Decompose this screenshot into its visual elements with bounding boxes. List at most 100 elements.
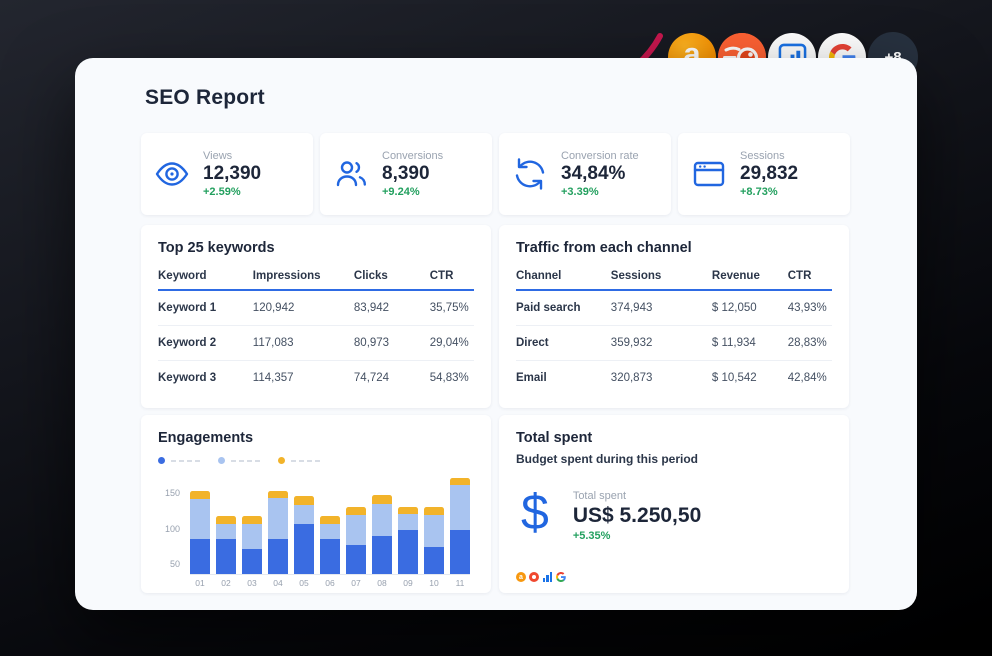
channels-panel: Traffic from each channel ChannelSession… — [499, 225, 849, 408]
keywords-panel-title: Top 25 keywords — [158, 240, 474, 256]
total-spent-value: US$ 5.250,50 — [573, 504, 701, 528]
desktop-background: a — [0, 0, 992, 656]
bar-segment-series-2 — [424, 515, 444, 547]
total-spent-label: Total spent — [573, 490, 701, 502]
legend-item-series-3 — [278, 457, 323, 464]
source-icons-row: a — [516, 572, 566, 582]
refresh-icon — [512, 156, 548, 192]
column-header-keyword: Keyword — [158, 266, 253, 290]
y-axis-tick: 50 — [158, 559, 180, 569]
bar-segment-series-2 — [320, 524, 340, 538]
cell-value: $ 10,542 — [712, 360, 788, 395]
cell-value: 74,724 — [354, 360, 430, 395]
cell-value: 43,93% — [788, 290, 832, 325]
bar-segment-series-1 — [450, 530, 470, 574]
column-header-revenue: Revenue — [712, 266, 788, 290]
bar-segment-series-1 — [216, 539, 236, 575]
x-axis-label: 04 — [268, 578, 288, 588]
bar-segment-series-2 — [398, 514, 418, 530]
bar-segment-series-3 — [372, 495, 392, 504]
bar-11: 11 — [450, 472, 470, 574]
cell-value: 374,943 — [611, 290, 712, 325]
analytics-mini-icon — [542, 572, 553, 582]
bar-05: 05 — [294, 472, 314, 574]
legend-dot — [218, 457, 225, 464]
stat-change: +3.39% — [561, 186, 639, 198]
x-axis-label: 05 — [294, 578, 314, 588]
semrush-mini-icon — [529, 572, 539, 582]
total-spent-title: Total spent — [516, 430, 832, 446]
bar-segment-series-1 — [372, 536, 392, 574]
bar-segment-series-1 — [398, 530, 418, 574]
row-label: Direct — [516, 325, 611, 360]
bar-segment-series-1 — [242, 549, 262, 574]
bar-08: 08 — [372, 472, 392, 574]
bar-segment-series-1 — [190, 539, 210, 575]
bar-segment-series-2 — [268, 498, 288, 539]
row-label: Paid search — [516, 290, 611, 325]
bar-04: 04 — [268, 472, 288, 574]
column-header-ctr: CTR — [788, 266, 832, 290]
keyword-row: Keyword 2117,08380,97329,04% — [158, 325, 474, 360]
cell-value: 80,973 — [354, 325, 430, 360]
bar-10: 10 — [424, 472, 444, 574]
channels-table: ChannelSessionsRevenueCTRPaid search374,… — [516, 266, 832, 395]
x-axis-label: 03 — [242, 578, 262, 588]
engagements-panel-title: Engagements — [158, 430, 474, 446]
row-label: Keyword 3 — [158, 360, 253, 395]
x-axis-label: 02 — [216, 578, 236, 588]
keyword-row: Keyword 1120,94283,94235,75% — [158, 290, 474, 325]
legend-item-series-1 — [158, 457, 203, 464]
y-axis-tick: 100 — [158, 524, 180, 534]
channel-row: Paid search374,943$ 12,05043,93% — [516, 290, 832, 325]
stat-value: 29,832 — [740, 164, 798, 185]
legend-item-series-2 — [218, 457, 263, 464]
row-label: Keyword 1 — [158, 290, 253, 325]
stat-label: Conversion rate — [561, 150, 639, 162]
x-axis-label: 11 — [450, 578, 470, 588]
bar-segment-series-3 — [190, 491, 210, 500]
keyword-table: KeywordImpressionsClicksCTRKeyword 1120,… — [158, 266, 474, 395]
people-icon — [333, 156, 369, 192]
bar-segment-series-3 — [242, 516, 262, 525]
channel-table: ChannelSessionsRevenueCTRPaid search374,… — [516, 266, 832, 395]
google-mini-icon — [556, 572, 566, 582]
bar-segment-series-3 — [346, 507, 366, 516]
row-label: Email — [516, 360, 611, 395]
cell-value: 120,942 — [253, 290, 354, 325]
legend-placeholder-line — [171, 460, 203, 462]
cell-value: $ 12,050 — [712, 290, 788, 325]
x-axis-label: 01 — [190, 578, 210, 588]
engagements-panel: Engagements 5010015001020304050607080910… — [141, 415, 491, 593]
bar-segment-series-2 — [372, 504, 392, 537]
bar-segment-series-2 — [190, 499, 210, 538]
stat-card-views: Views12,390+2.59% — [141, 133, 313, 215]
stat-label: Conversions — [382, 150, 443, 162]
total-spent-widget: $ Total spent US$ 5.250,50 +5.35% — [516, 490, 832, 542]
bar-segment-series-3 — [216, 516, 236, 525]
bar-01: 01 — [190, 472, 210, 574]
column-header-impressions: Impressions — [253, 266, 354, 290]
stat-card-sessions: Sessions 29,832+8.73% — [678, 133, 850, 215]
page-title: SEO Report — [145, 86, 265, 110]
dollar-icon: $ — [521, 490, 549, 535]
cell-value: 83,942 — [354, 290, 430, 325]
legend-placeholder-line — [231, 460, 263, 462]
bar-segment-series-1 — [424, 547, 444, 574]
bar-09: 09 — [398, 472, 418, 574]
bar-06: 06 — [320, 472, 340, 574]
stat-label: Sessions — [740, 150, 798, 162]
chart-plot-area: 0102030405060708091011 — [190, 472, 470, 575]
engagements-bar-chart: 501001500102030405060708091011 — [158, 472, 474, 590]
bar-segment-series-3 — [294, 496, 314, 505]
stat-label: Views — [203, 150, 261, 162]
stat-card-conversions: Conversions8,390+9.24% — [320, 133, 492, 215]
stats-row: Views12,390+2.59%Conversions8,390+9.24%C… — [141, 133, 850, 215]
row-label: Keyword 2 — [158, 325, 253, 360]
stat-value: 8,390 — [382, 164, 443, 185]
stat-change: +8.73% — [740, 186, 798, 198]
bar-segment-series-3 — [268, 491, 288, 498]
legend-dot — [158, 457, 165, 464]
x-axis-label: 06 — [320, 578, 340, 588]
cell-value: 320,873 — [611, 360, 712, 395]
